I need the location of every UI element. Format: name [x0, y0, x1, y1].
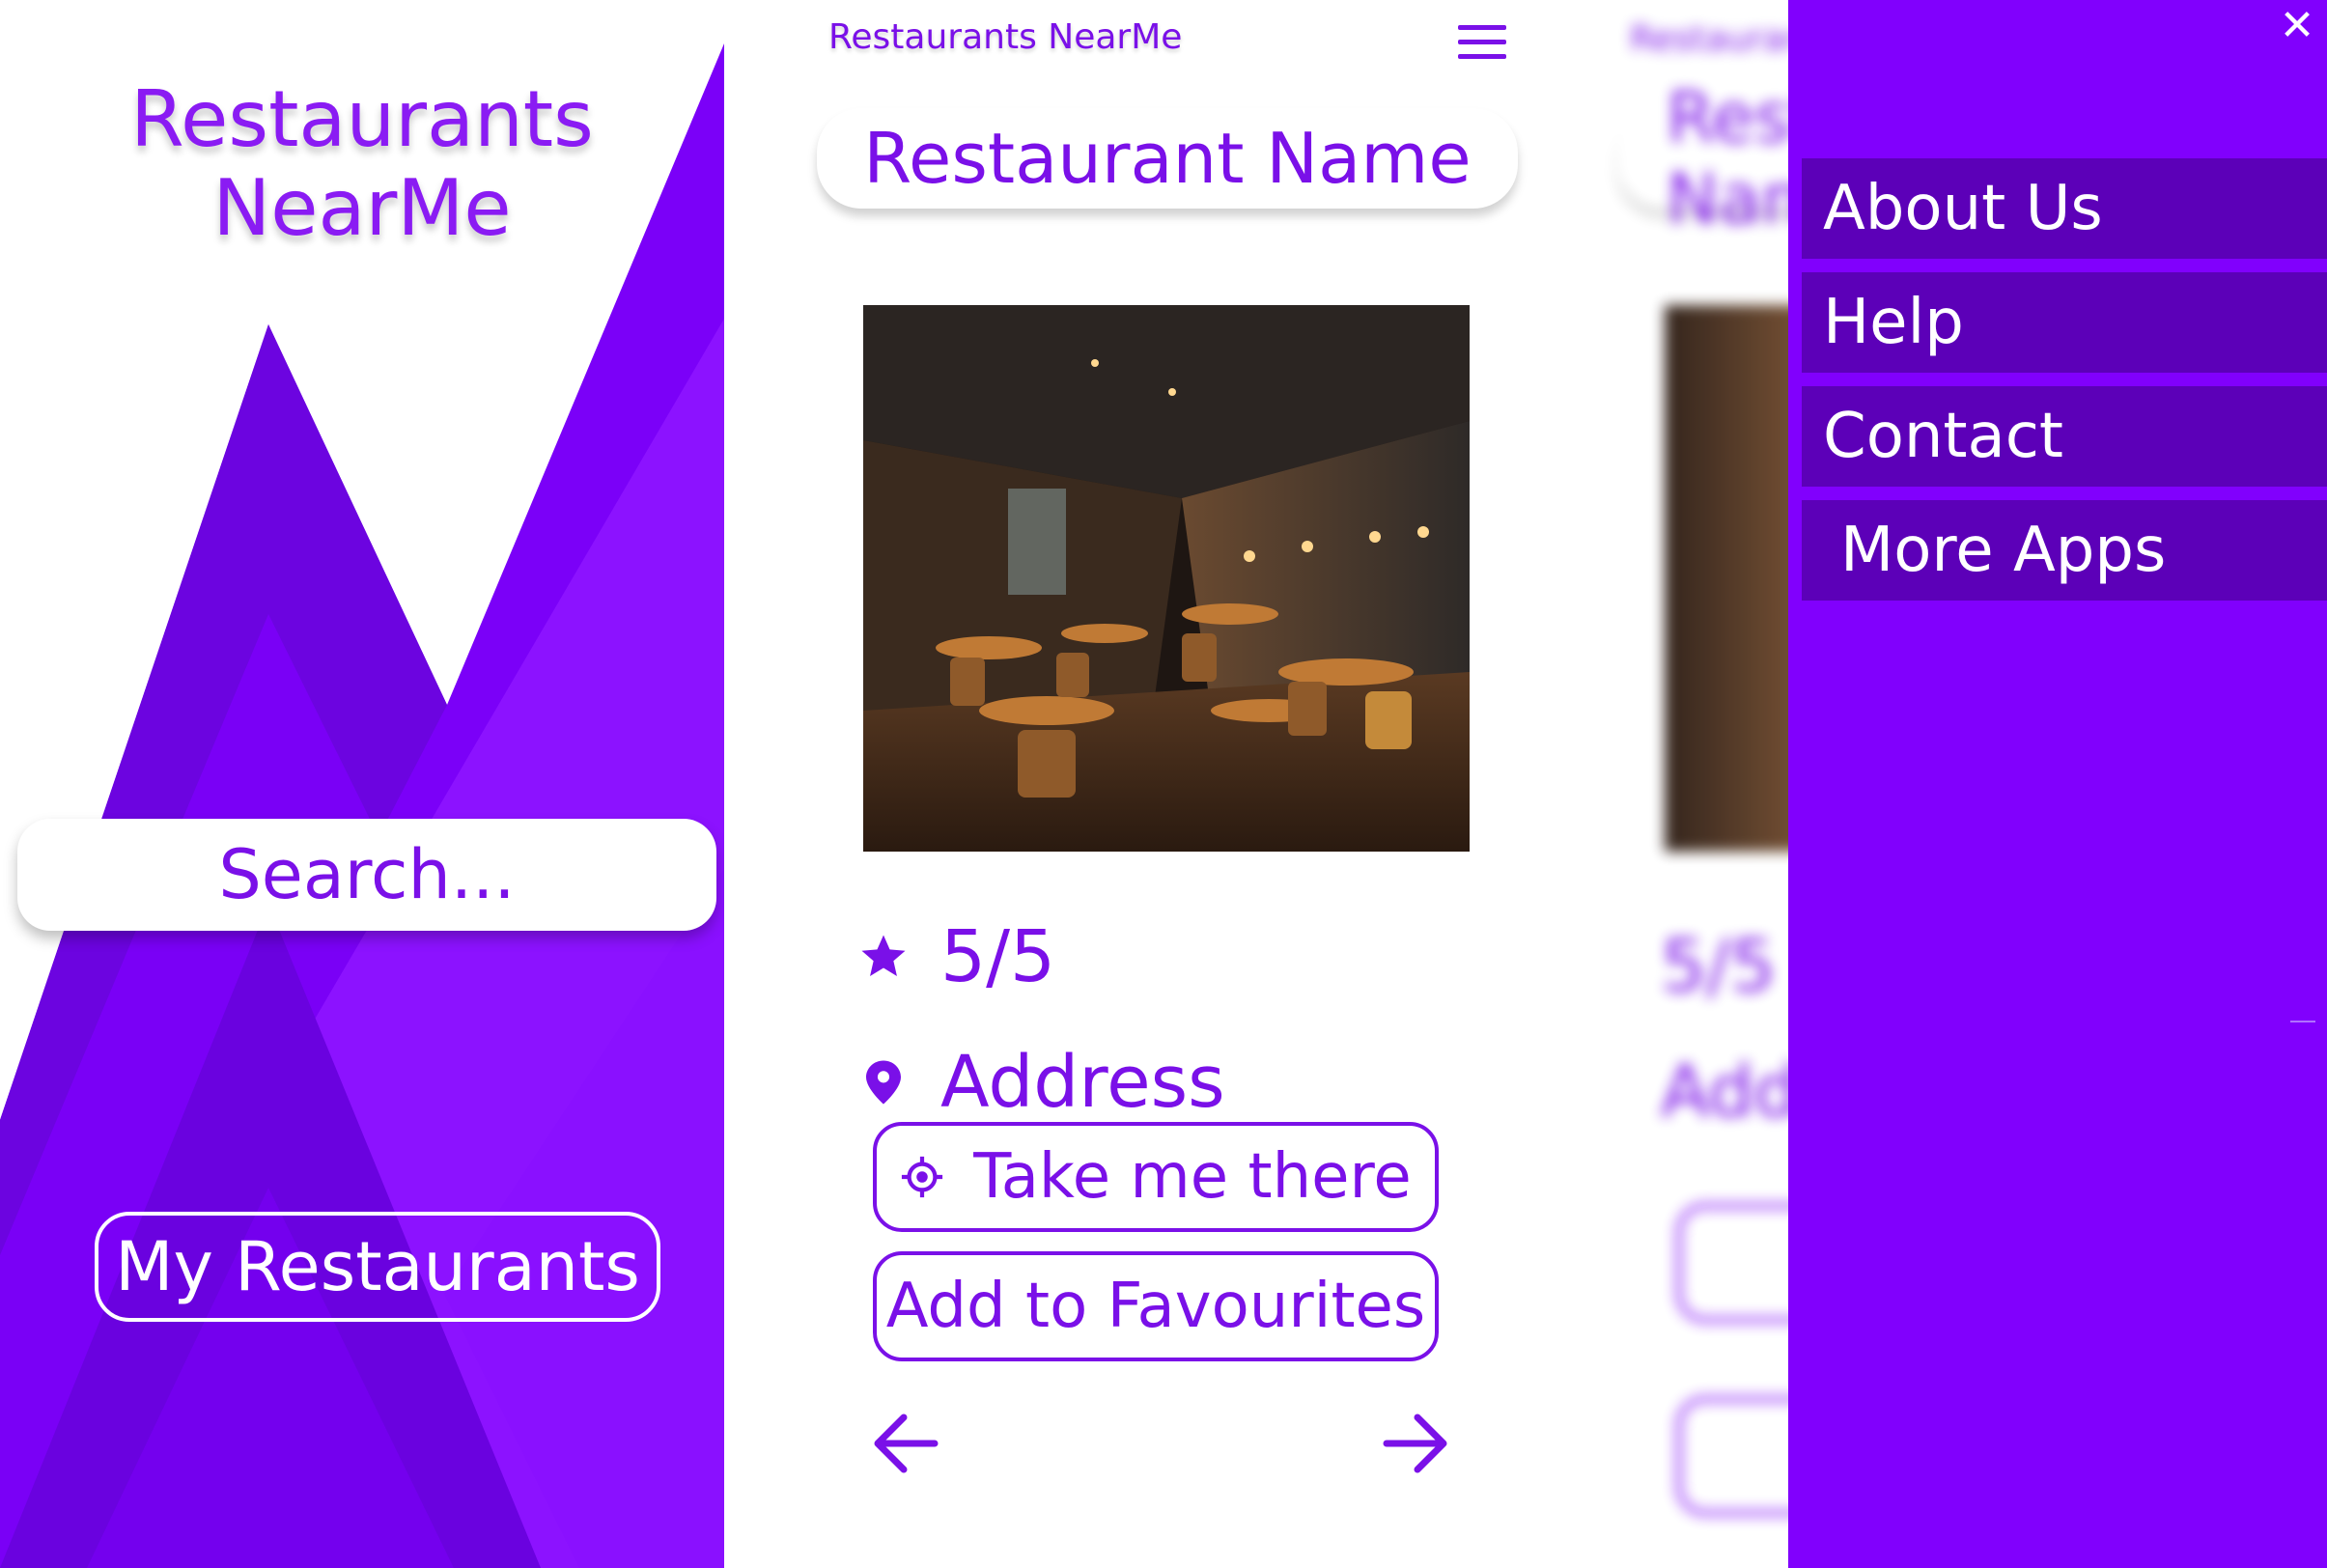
- address: Address: [857, 1041, 1225, 1124]
- location-pin-icon: [866, 1060, 901, 1105]
- arrow-right-icon[interactable]: [1383, 1412, 1450, 1475]
- drawer-item-contact[interactable]: Contact: [1802, 386, 2327, 487]
- star-icon: [861, 935, 906, 977]
- take-me-there-label: Take me there: [973, 1141, 1412, 1213]
- scroll-indicator: [2290, 1021, 2315, 1022]
- app-title-line1: Restaurants: [130, 74, 594, 164]
- my-restaurants-button[interactable]: My Restaurants: [95, 1212, 660, 1322]
- search-input[interactable]: Search...: [17, 819, 716, 931]
- add-to-favourites-button[interactable]: Add to Favourites: [873, 1251, 1439, 1361]
- crosshair-location-icon: [902, 1156, 943, 1198]
- hamburger-menu-icon[interactable]: [1458, 25, 1506, 60]
- splash-screen: Restaurants NearMe Search... My Restaura…: [0, 0, 724, 1568]
- address-text: Address: [940, 1041, 1225, 1124]
- blurred-rating: 5/5: [1661, 925, 1777, 1008]
- app-title-line2: NearMe: [212, 163, 512, 253]
- drawer-screen: Restaurants NearMe Restaurant Name 5/5 A…: [1603, 0, 2327, 1568]
- restaurant-photo: [863, 305, 1470, 852]
- arrow-left-icon[interactable]: [871, 1412, 939, 1475]
- restaurant-name: Restaurant Name: [817, 108, 1518, 209]
- close-icon[interactable]: ✕: [2277, 5, 2317, 47]
- take-me-there-button[interactable]: Take me there: [873, 1122, 1439, 1232]
- navigation-drawer: ✕ About Us Help Contact More Apps: [1788, 0, 2327, 1568]
- rating: 5/5: [857, 915, 1055, 998]
- drawer-item-about-us[interactable]: About Us: [1802, 158, 2327, 259]
- drawer-item-more-apps[interactable]: More Apps: [1802, 500, 2327, 601]
- header-title: Restaurants NearMe: [828, 17, 1183, 57]
- rating-value: 5/5: [940, 915, 1056, 998]
- drawer-item-help[interactable]: Help: [1802, 272, 2327, 373]
